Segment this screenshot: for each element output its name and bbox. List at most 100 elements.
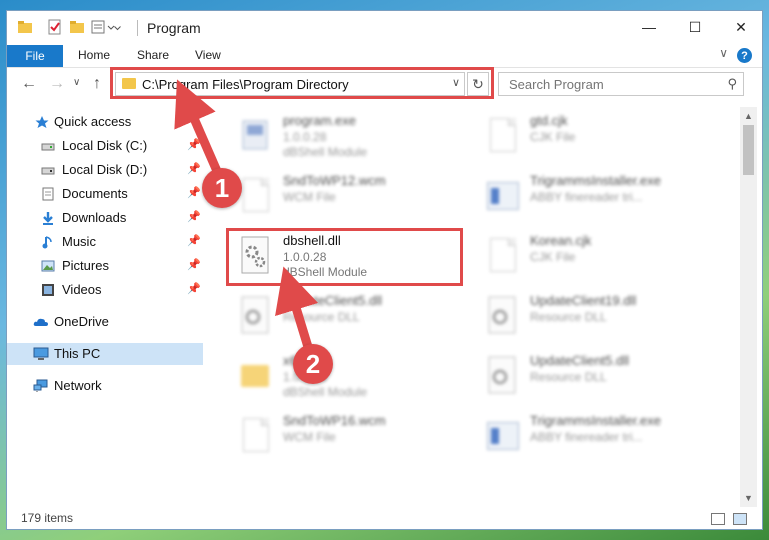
file-name: SndToWP12.wcm <box>283 173 386 188</box>
file-description: dBShell Module <box>283 385 368 399</box>
search-input[interactable] <box>507 76 711 93</box>
pin-icon[interactable]: 📌 <box>187 138 201 151</box>
sidebar-item-label: Network <box>54 378 102 393</box>
file-item[interactable]: program.exe 1.0.0.28 dBShell Module <box>233 111 473 159</box>
cloud-icon <box>33 315 48 329</box>
tiles-view-icon[interactable] <box>733 513 747 525</box>
search-icon[interactable]: ⚲ <box>727 76 737 92</box>
step-badge-1: 1 <box>202 168 242 208</box>
step-badge-2: 2 <box>293 344 333 384</box>
address-highlight-box <box>110 67 494 99</box>
new-folder-icon[interactable] <box>69 19 85 35</box>
close-button[interactable]: ✕ <box>718 11 764 43</box>
file-item[interactable]: Korean.cjk CJK File <box>480 231 720 279</box>
sidebar-item-label: Local Disk (C:) <box>62 138 148 153</box>
sidebar-item-this-pc[interactable]: This PC <box>7 343 203 365</box>
sidebar-item-label: Videos <box>62 282 102 297</box>
sidebar-item-network[interactable]: Network <box>7 375 203 397</box>
sidebar-item-documents[interactable]: Documents 📌 <box>7 183 203 205</box>
file-item[interactable]: UpdateClient5.dll Resource DLL <box>233 291 473 339</box>
pin-icon[interactable]: 📌 <box>187 234 201 247</box>
file-item[interactable]: TrigrammsInstaller.exe ABBY finereader t… <box>480 171 720 219</box>
recent-chevron-icon[interactable]: ∨ <box>73 77 80 88</box>
search-box[interactable]: ⚲ <box>498 72 744 96</box>
file-name: SndToWP16.wcm <box>283 413 386 428</box>
file-item[interactable]: TrigrammsInstaller.exe ABBY finereader t… <box>480 411 720 459</box>
scroll-thumb[interactable] <box>743 125 754 175</box>
dll-gear-icon <box>486 355 518 395</box>
file-name: TrigrammsInstaller.exe <box>530 413 661 428</box>
title-separator <box>137 20 138 36</box>
forward-arrow-icon[interactable]: → <box>49 75 65 93</box>
installer-icon <box>486 415 519 455</box>
network-icon <box>33 379 48 393</box>
file-type: CJK File <box>530 130 576 144</box>
help-icon[interactable]: ? <box>737 48 752 63</box>
sidebar-item-videos[interactable]: Videos 📌 <box>7 279 203 301</box>
tab-view[interactable]: View <box>195 48 221 62</box>
tab-file[interactable]: File <box>7 45 63 67</box>
customize-toolbar-icon[interactable] <box>91 19 121 35</box>
sidebar-item-onedrive[interactable]: OneDrive <box>7 311 203 333</box>
navigation-pane: Quick access Local Disk (C:) 📌 Local Dis… <box>7 107 203 507</box>
sidebar-item-downloads[interactable]: Downloads 📌 <box>7 207 203 229</box>
chevron-down-icon[interactable]: ∨ <box>719 46 728 60</box>
pin-icon[interactable]: 📌 <box>187 258 201 271</box>
details-view-icon[interactable] <box>711 513 725 525</box>
file-name: UpdateClient5.dll <box>283 293 383 308</box>
document-icon <box>486 115 518 155</box>
item-count: 179 items <box>21 511 74 525</box>
file-type: Resource DLL <box>530 310 607 324</box>
file-name: gtd.cjk <box>530 113 568 128</box>
file-item[interactable]: SndToWP12.wcm WCM File <box>233 171 473 219</box>
folder-icon <box>239 355 271 395</box>
minimize-button[interactable]: — <box>626 11 672 43</box>
file-type: WCM File <box>283 430 336 444</box>
sidebar-item-label: Pictures <box>62 258 109 273</box>
file-item[interactable]: UpdateClient19.dll Resource DLL <box>480 291 720 339</box>
file-highlight-box <box>226 228 463 286</box>
drive-icon <box>41 163 55 177</box>
sidebar-item-label: Downloads <box>62 210 127 225</box>
up-arrow-icon[interactable]: ↑ <box>93 75 101 93</box>
sidebar-item-label: Quick access <box>54 114 132 129</box>
folder-icon[interactable] <box>17 19 33 35</box>
ribbon-tabs: File Home Share View ∨ ? <box>7 45 762 68</box>
file-version: 1.0.0.28 <box>283 130 327 144</box>
music-icon <box>41 235 55 249</box>
scroll-up-icon[interactable]: ▲ <box>744 111 753 121</box>
videos-icon <box>41 283 55 297</box>
sidebar-item-local-disk-d[interactable]: Local Disk (D:) 📌 <box>7 159 203 181</box>
drive-icon <box>41 139 55 153</box>
scroll-down-icon[interactable]: ▼ <box>744 493 753 503</box>
app-icon <box>239 115 271 155</box>
back-arrow-icon[interactable]: ← <box>21 75 37 93</box>
properties-icon[interactable] <box>47 19 63 35</box>
sidebar-item-label: This PC <box>54 346 101 361</box>
file-item[interactable]: gtd.cjk CJK File <box>480 111 720 159</box>
file-name: UpdateClient19.dll <box>530 293 637 308</box>
file-description: dBShell Module <box>283 145 368 159</box>
window-title: Program <box>147 20 201 36</box>
star-icon <box>35 115 49 129</box>
pin-icon[interactable]: 📌 <box>187 210 201 223</box>
pin-icon[interactable]: 📌 <box>187 162 201 175</box>
computer-icon <box>33 347 49 361</box>
file-type: Resource DLL <box>530 370 607 384</box>
file-name: program.exe <box>283 113 356 128</box>
file-type: ABBY finereader tri... <box>530 190 643 204</box>
sidebar-item-label: Music <box>62 234 96 249</box>
file-item[interactable]: UpdateClient5.dll Resource DLL <box>480 351 720 399</box>
pin-icon[interactable]: 📌 <box>187 186 201 199</box>
pin-icon[interactable]: 📌 <box>187 282 201 295</box>
vertical-scrollbar[interactable]: ▲ ▼ <box>740 107 757 507</box>
file-item[interactable]: x64 1.0.0.28 dBShell Module <box>233 351 473 399</box>
maximize-button[interactable]: ☐ <box>672 11 718 43</box>
sidebar-item-music[interactable]: Music 📌 <box>7 231 203 253</box>
sidebar-item-pictures[interactable]: Pictures 📌 <box>7 255 203 277</box>
sidebar-item-quick-access[interactable]: Quick access <box>7 111 203 133</box>
sidebar-item-local-disk-c[interactable]: Local Disk (C:) 📌 <box>7 135 203 157</box>
tab-share[interactable]: Share <box>137 48 169 62</box>
file-item[interactable]: SndToWP16.wcm WCM File <box>233 411 473 459</box>
tab-home[interactable]: Home <box>78 48 110 62</box>
